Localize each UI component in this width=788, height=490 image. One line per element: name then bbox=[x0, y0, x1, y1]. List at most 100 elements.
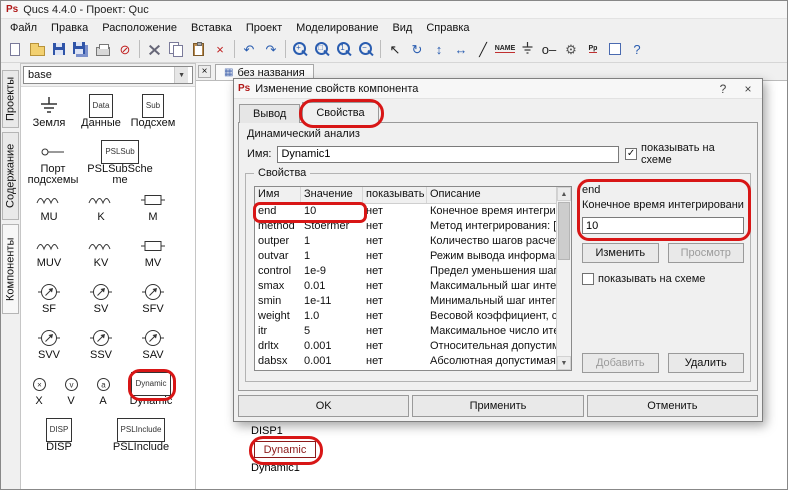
new-document-icon[interactable] bbox=[4, 38, 26, 60]
zoom-out-icon[interactable]: − bbox=[355, 38, 377, 60]
palette-item-MU[interactable]: MU bbox=[23, 186, 75, 232]
simulate-icon[interactable]: ⚙ bbox=[560, 38, 582, 60]
side-tab-Содержание[interactable]: Содержание bbox=[2, 132, 19, 220]
palette-item-X[interactable]: ×X bbox=[23, 370, 55, 416]
table-row[interactable]: drltx0.001нетОтносительная допустимая по… bbox=[255, 339, 556, 354]
menu-item[interactable]: Правка bbox=[44, 21, 95, 35]
checkbox-unchecked-icon[interactable] bbox=[582, 273, 594, 285]
add-button[interactable]: Добавить bbox=[582, 353, 659, 373]
palette-item-Порт подсхемы[interactable]: Порт подсхемы bbox=[23, 138, 83, 186]
palette-item-Подсхем[interactable]: SubПодсхем bbox=[127, 92, 179, 138]
palette-item-KV[interactable]: KV bbox=[75, 232, 127, 278]
dropdown-arrow-icon[interactable]: ▼ bbox=[174, 67, 188, 83]
dock-close-button[interactable]: × bbox=[198, 65, 211, 78]
palette-item-SAV[interactable]: SAV bbox=[127, 324, 179, 370]
menu-item[interactable]: Расположение bbox=[95, 21, 184, 35]
component-name-input[interactable] bbox=[277, 146, 619, 163]
palette-item-SVV[interactable]: SVV bbox=[23, 324, 75, 370]
palette-item-SFV[interactable]: SFV bbox=[127, 278, 179, 324]
table-row[interactable]: dabsx0.001нетАбсолютная допустимая локал… bbox=[255, 354, 556, 369]
palette-item-PSLSubScheme[interactable]: PSLSubPSLSubScheme bbox=[83, 138, 157, 186]
zoom-actual-icon[interactable]: 1 bbox=[333, 38, 355, 60]
palette-item-SSV[interactable]: SSV bbox=[75, 324, 127, 370]
palette-item-PSLInclude[interactable]: PSLIncludePSLInclude bbox=[95, 416, 187, 462]
schematic-dynamic-box[interactable]: Dynamic bbox=[254, 441, 316, 458]
show-on-schematic-editor[interactable]: показывать на схеме bbox=[582, 273, 744, 285]
dialog-help-button[interactable]: ? bbox=[713, 82, 733, 96]
table-row[interactable]: outper1нетКоличество шагов расчета на од bbox=[255, 234, 556, 249]
ok-button[interactable]: OK bbox=[238, 395, 409, 417]
palette-item-M[interactable]: M bbox=[127, 186, 179, 232]
cut-icon[interactable] bbox=[143, 38, 165, 60]
menu-item[interactable]: Справка bbox=[419, 21, 476, 35]
remove-button[interactable]: Удалить bbox=[668, 353, 745, 373]
scrollbar-thumb[interactable] bbox=[558, 202, 570, 260]
paste-icon[interactable] bbox=[187, 38, 209, 60]
menu-item[interactable]: Проект bbox=[239, 21, 289, 35]
dialog-close-button[interactable]: × bbox=[738, 82, 758, 96]
table-row[interactable]: smax0.01нетМаксимальный шаг интегрирова bbox=[255, 279, 556, 294]
cancel-button[interactable]: Отменить bbox=[587, 395, 758, 417]
table-row[interactable]: methodStoermerнетМетод интегрирования: [… bbox=[255, 219, 556, 234]
close-document-icon[interactable]: ⊘ bbox=[114, 38, 136, 60]
dialog-tab-output[interactable]: Вывод bbox=[239, 104, 300, 123]
side-tab-Компоненты[interactable]: Компоненты bbox=[2, 224, 19, 314]
delete-icon[interactable]: × bbox=[209, 38, 231, 60]
print-icon[interactable] bbox=[92, 38, 114, 60]
palette-item-A[interactable]: aA bbox=[87, 370, 119, 416]
palette-item-SF[interactable]: SF bbox=[23, 278, 75, 324]
checkbox-checked-icon[interactable]: ✓ bbox=[625, 148, 637, 160]
palette-item-Dynamic[interactable]: DynamicDynamic bbox=[119, 370, 183, 416]
data-display-icon[interactable] bbox=[604, 38, 626, 60]
dynamic-model-icon: Dynamic bbox=[131, 372, 170, 396]
palette-item-V[interactable]: vV bbox=[55, 370, 87, 416]
zoom-window-icon[interactable]: □ bbox=[311, 38, 333, 60]
select-icon[interactable]: ↖ bbox=[384, 38, 406, 60]
prop-value-input[interactable] bbox=[582, 217, 744, 234]
scroll-down-icon[interactable]: ▼ bbox=[557, 356, 571, 370]
mirror-x-icon[interactable]: ↕ bbox=[428, 38, 450, 60]
table-scrollbar[interactable]: ▲ ▼ bbox=[556, 187, 571, 370]
undo-icon[interactable]: ↶ bbox=[238, 38, 260, 60]
menu-item[interactable]: Моделирование bbox=[289, 21, 385, 35]
palette-item-SV[interactable]: SV bbox=[75, 278, 127, 324]
palette-item-K[interactable]: K bbox=[75, 186, 127, 232]
menu-item[interactable]: Вставка bbox=[184, 21, 239, 35]
table-row[interactable]: drltu0.001нетОтносительная допустимая ло… bbox=[255, 369, 556, 370]
dialog-tab-properties[interactable]: Свойства bbox=[302, 102, 378, 123]
side-tab-Проекты[interactable]: Проекты bbox=[2, 70, 19, 128]
save-all-icon[interactable] bbox=[70, 38, 92, 60]
rotate-icon[interactable]: ↻ bbox=[406, 38, 428, 60]
palette-item-DISP[interactable]: DISPDISP bbox=[23, 416, 95, 462]
power-port-icon[interactable]: Pp bbox=[582, 38, 604, 60]
component-family-select[interactable]: base ▼ bbox=[23, 66, 193, 84]
table-row[interactable]: end10нетКонечное время интегрирования bbox=[255, 204, 556, 219]
wire-label-icon[interactable]: NAME bbox=[494, 38, 516, 60]
insert-port-icon[interactable]: o– bbox=[538, 38, 560, 60]
copy-icon[interactable] bbox=[165, 38, 187, 60]
menu-item[interactable]: Вид bbox=[385, 21, 419, 35]
palette-item-MUV[interactable]: MUV bbox=[23, 232, 75, 278]
table-row[interactable]: smin1e-11нетМинимальный шаг интегрирова bbox=[255, 294, 556, 309]
redo-icon[interactable]: ↷ bbox=[260, 38, 282, 60]
mirror-y-icon[interactable]: ↔ bbox=[450, 38, 472, 60]
palette-item-Земля[interactable]: Земля bbox=[23, 92, 75, 138]
edit-button[interactable]: Изменить bbox=[582, 243, 659, 263]
save-icon[interactable] bbox=[48, 38, 70, 60]
palette-item-MV[interactable]: MV bbox=[127, 232, 179, 278]
scroll-up-icon[interactable]: ▲ bbox=[557, 187, 571, 201]
zoom-in-icon[interactable]: + bbox=[289, 38, 311, 60]
palette-item-Данные[interactable]: DataДанные bbox=[75, 92, 127, 138]
table-row[interactable]: weight1.0нетВесовой коэффициент, совмест bbox=[255, 309, 556, 324]
browse-button[interactable]: Просмотр bbox=[668, 243, 745, 263]
insert-wire-icon[interactable]: ╱ bbox=[472, 38, 494, 60]
open-file-icon[interactable] bbox=[26, 38, 48, 60]
table-row[interactable]: control1e-9нетПредел уменьшения шага по … bbox=[255, 264, 556, 279]
show-on-schematic-top[interactable]: ✓ показывать на схеме bbox=[625, 142, 747, 166]
insert-ground-icon[interactable] bbox=[516, 38, 538, 60]
table-row[interactable]: itr5нетМаксимальное число итераций н bbox=[255, 324, 556, 339]
apply-button[interactable]: Применить bbox=[412, 395, 583, 417]
table-row[interactable]: outvar1нетРежим вывода информации в D bbox=[255, 249, 556, 264]
menu-item[interactable]: Файл bbox=[3, 21, 44, 35]
whats-this-icon[interactable]: ? bbox=[626, 38, 648, 60]
